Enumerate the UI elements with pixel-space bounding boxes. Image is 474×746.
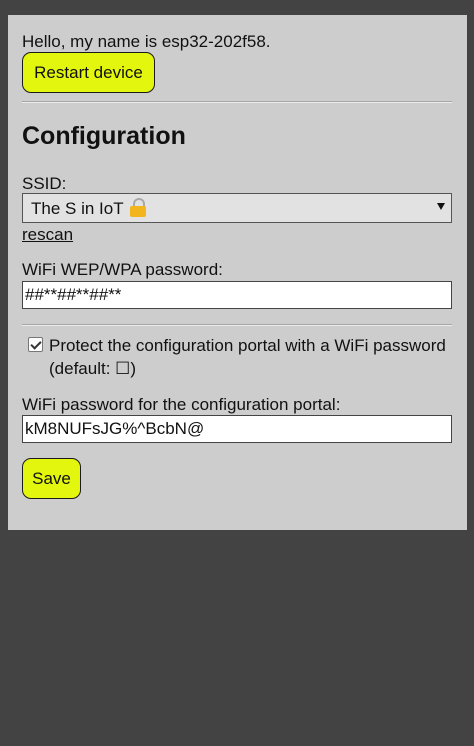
config-panel: Hello, my name is esp32-202f58. Restart … [8,15,467,530]
lock-icon [129,198,146,217]
device-greeting: Hello, my name is esp32-202f58. [22,32,271,51]
restart-device-button[interactable]: Restart device [22,52,155,93]
wifi-password-label: WiFi WEP/WPA password: [22,260,223,279]
portal-password-label: WiFi password for the configuration port… [22,395,341,414]
divider [22,324,452,326]
save-button[interactable]: Save [22,458,81,499]
ssid-label: SSID: [22,174,67,193]
chevron-down-icon [437,203,445,210]
divider [22,101,452,103]
checkmark-icon [30,338,42,350]
ssid-select[interactable]: The S in IoT [22,193,452,223]
ssid-selected-text: The S in IoT [31,199,124,218]
protect-portal-checkbox[interactable] [28,337,43,352]
portal-password-input[interactable]: kM8NUFsJG%^BcbN@ [22,415,452,443]
wifi-password-input[interactable]: ##**##**##** [22,281,452,309]
rescan-link[interactable]: rescan [22,225,73,245]
page-title: Configuration [22,122,186,150]
ssid-selected-value: The S in IoT [31,198,146,219]
protect-portal-label: Protect the configuration portal with a … [49,336,446,378]
